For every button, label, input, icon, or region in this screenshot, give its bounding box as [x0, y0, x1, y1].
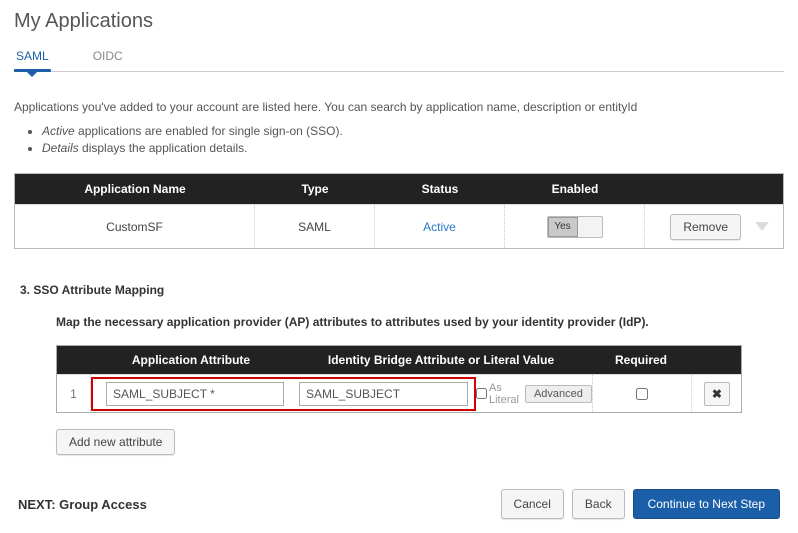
mapping-row: 1 As Literal Advanced ✖ [57, 374, 741, 412]
bullet-active: Active applications are enabled for sing… [42, 124, 784, 138]
bullet-details-em: Details [42, 141, 79, 155]
applications-table: Application Name Type Status Enabled Cus… [14, 173, 784, 249]
mth-bridge-attribute: Identity Bridge Attribute or Literal Val… [291, 353, 591, 367]
advanced-button[interactable]: Advanced [525, 385, 592, 403]
tab-oidc[interactable]: OIDC [91, 43, 125, 71]
table-row: CustomSF SAML Active Yes Remove [15, 204, 783, 248]
mapping-table: Application Attribute Identity Bridge At… [56, 345, 742, 413]
as-literal-checkbox[interactable] [476, 388, 487, 399]
bridge-attribute-input[interactable] [299, 382, 468, 406]
th-enabled: Enabled [505, 182, 645, 196]
mapping-intro: Map the necessary application provider (… [56, 315, 784, 329]
cancel-button[interactable]: Cancel [501, 489, 564, 519]
as-literal-text: As Literal [489, 382, 519, 406]
bullet-details-rest: displays the application details. [79, 141, 248, 155]
table-header-row: Application Name Type Status Enabled [15, 174, 783, 204]
close-icon: ✖ [712, 387, 722, 401]
application-attribute-input[interactable] [106, 382, 284, 406]
mapping-header: Application Attribute Identity Bridge At… [57, 346, 741, 374]
section-title: 3. SSO Attribute Mapping [20, 283, 784, 297]
enabled-toggle-label: Yes [548, 217, 578, 237]
mth-required: Required [591, 353, 691, 367]
bullet-details: Details displays the application details… [42, 141, 784, 155]
bullet-active-em: Active [42, 124, 75, 138]
chevron-down-icon[interactable] [755, 222, 769, 231]
row-index: 1 [57, 375, 91, 412]
highlighted-inputs [91, 377, 476, 411]
th-application-name: Application Name [15, 182, 255, 196]
continue-button[interactable]: Continue to Next Step [633, 489, 780, 519]
enabled-toggle[interactable]: Yes [547, 216, 603, 238]
mth-application-attribute: Application Attribute [91, 353, 291, 367]
tab-saml[interactable]: SAML [14, 43, 51, 71]
footer: NEXT: Group Access Cancel Back Continue … [14, 489, 784, 519]
next-step-label: NEXT: Group Access [18, 497, 501, 512]
intro-text: Applications you've added to your accoun… [14, 100, 784, 114]
intro-bullets: Active applications are enabled for sing… [42, 124, 784, 155]
tabs: SAML OIDC [14, 43, 784, 72]
page-title: My Applications [14, 10, 784, 33]
bullet-active-rest: applications are enabled for single sign… [75, 124, 343, 138]
delete-row-button[interactable]: ✖ [704, 382, 730, 406]
back-button[interactable]: Back [572, 489, 625, 519]
as-literal-label: As Literal [476, 382, 519, 406]
th-type: Type [255, 182, 375, 196]
th-status: Status [375, 182, 505, 196]
app-name-cell: CustomSF [15, 205, 255, 248]
add-new-attribute-button[interactable]: Add new attribute [56, 429, 175, 455]
required-checkbox[interactable] [636, 388, 648, 400]
app-type-cell: SAML [255, 205, 375, 248]
app-status-link[interactable]: Active [423, 220, 456, 234]
remove-button[interactable]: Remove [670, 214, 741, 240]
